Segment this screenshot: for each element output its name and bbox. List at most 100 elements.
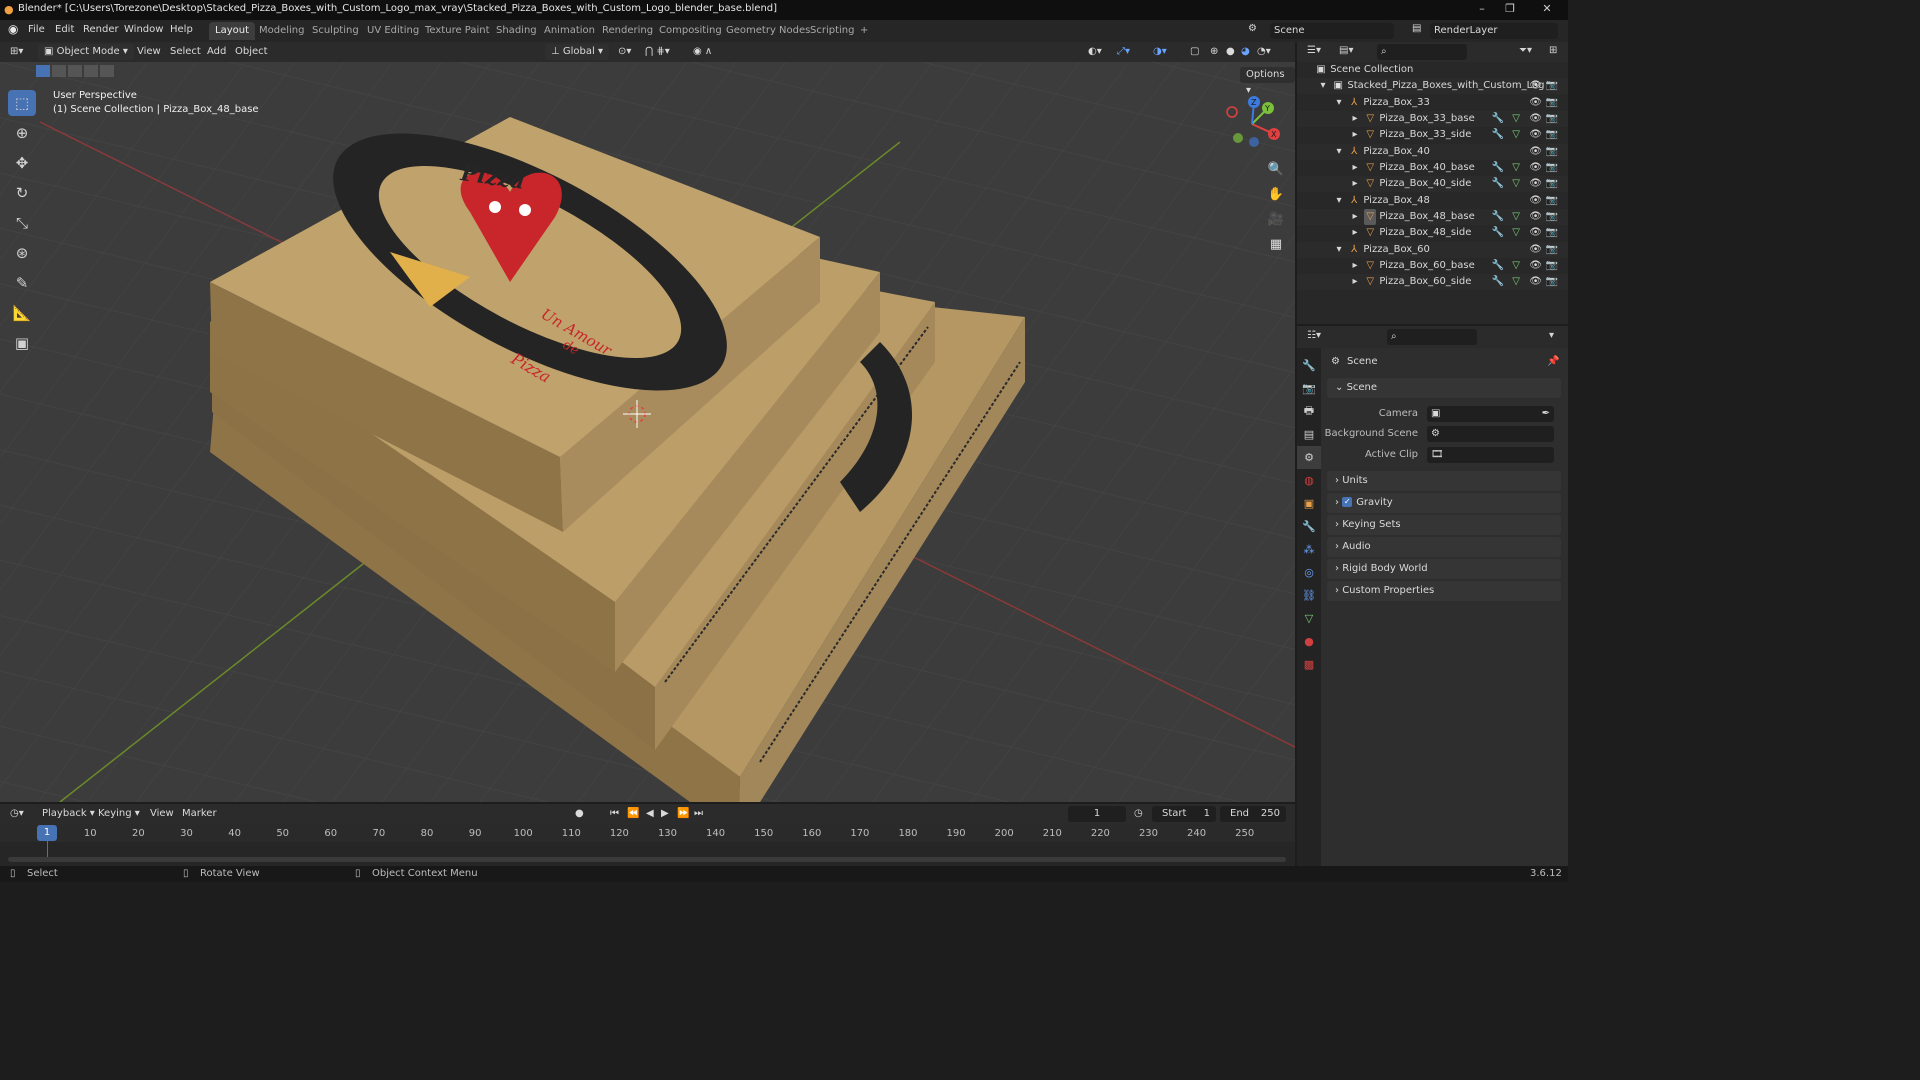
rigid-body-world-panel[interactable]: › Rigid Body World (1327, 559, 1561, 579)
mode-dropdown[interactable]: ▣ Object Mode ▾ (38, 44, 134, 60)
add-workspace-button[interactable]: + (854, 22, 874, 40)
pin-icon[interactable]: 📌 (1547, 356, 1559, 367)
menu-edit[interactable]: Edit (55, 24, 74, 35)
visibility-eye-icon[interactable]: 👁 (1529, 274, 1542, 290)
modifier-wrench-icon[interactable]: 🔧 (1492, 127, 1504, 143)
cursor-tool-icon[interactable]: ⊕ (8, 120, 36, 146)
expand-chevron-icon[interactable]: ▸ (1349, 209, 1361, 225)
visibility-eye-icon[interactable]: 👁 (1529, 176, 1542, 192)
modifiers-tab-icon[interactable]: 🔧 (1297, 515, 1321, 538)
visibility-eye-icon[interactable]: 👁 (1529, 127, 1542, 143)
scene-tab-icon[interactable]: ⚙ (1297, 446, 1321, 469)
pivot-point-icon[interactable]: ⊙▾ (618, 44, 631, 60)
menu-object[interactable]: Object (235, 44, 268, 60)
expand-chevron-icon[interactable]: ▸ (1349, 127, 1361, 143)
outliner-row-object[interactable]: ▸ ▽ Pizza_Box_60_side 🔧 ▽ 👁 📷 (1297, 274, 1568, 290)
data-tab-icon[interactable]: ▽ (1297, 607, 1321, 630)
tab-geometry-nodes[interactable]: Geometry Nodes (720, 22, 816, 40)
modifier-wrench-icon[interactable]: 🔧 (1492, 274, 1504, 290)
world-tab-icon[interactable]: ◍ (1297, 469, 1321, 492)
mesh-data-icon[interactable]: ▽ (1512, 127, 1520, 143)
audio-panel[interactable]: › Audio (1327, 537, 1561, 557)
tab-animation[interactable]: Animation (538, 22, 601, 40)
play-icon[interactable]: ▶ (661, 806, 669, 822)
visibility-eye-icon[interactable]: 👁 (1529, 193, 1542, 209)
3d-viewport[interactable]: Pizza Un Amour de Pizza ⬚ ⊕ ✥ ↻ ⤡ ⊛ ✎ 📐 … (0, 62, 1295, 802)
timeline-editor-type-icon[interactable]: ◷▾ (10, 806, 24, 822)
camera-field[interactable]: ▣ ✒ (1427, 406, 1554, 422)
modifier-wrench-icon[interactable]: 🔧 (1492, 176, 1504, 192)
tab-texture-paint[interactable]: Texture Paint (419, 22, 496, 40)
start-frame-field[interactable]: Start 1 (1152, 806, 1216, 822)
tab-scripting[interactable]: Scripting (804, 22, 860, 40)
gizmo-toggle-icon[interactable]: ⤢▾ (1117, 44, 1130, 60)
render-camera-icon[interactable]: 📷 (1546, 127, 1558, 143)
modifier-wrench-icon[interactable]: 🔧 (1492, 111, 1504, 127)
mesh-data-icon[interactable]: ▽ (1512, 225, 1520, 241)
outliner-row-object[interactable]: ▸ ▽ Pizza_Box_40_base 🔧 ▽ 👁 📷 (1297, 160, 1568, 176)
outliner-row-collection[interactable]: ▾ ▣ Stacked_Pizza_Boxes_with_Custom_Log … (1297, 78, 1568, 94)
tab-uv-editing[interactable]: UV Editing (361, 22, 425, 40)
outliner-row-group[interactable]: ▾ ⅄ Pizza_Box_33 👁 📷 (1297, 95, 1568, 111)
outliner-row-scene-collection[interactable]: ▣ Scene Collection (1297, 62, 1568, 78)
shading-rendered-icon[interactable]: ◔▾ (1257, 44, 1271, 60)
render-camera-icon[interactable]: 📷 (1546, 274, 1558, 290)
expand-chevron-icon[interactable]: ▾ (1333, 144, 1345, 160)
expand-chevron-icon[interactable]: ▾ (1333, 242, 1345, 258)
navigation-gizmo[interactable]: X Y Z (1222, 94, 1286, 150)
add-cube-tool-icon[interactable]: ▣ (8, 330, 36, 356)
timeline-scrollbar[interactable] (8, 857, 1286, 862)
tab-layout[interactable]: Layout (209, 22, 255, 40)
camera-view-icon[interactable]: 🎥 (1265, 208, 1287, 230)
menu-select[interactable]: Select (170, 44, 201, 60)
render-camera-icon[interactable]: 📷 (1546, 242, 1558, 258)
render-camera-icon[interactable]: 📷 (1546, 144, 1558, 160)
outliner-row-object[interactable]: ▸ ▽ Pizza_Box_33_base 🔧 ▽ 👁 📷 (1297, 111, 1568, 127)
custom-properties-panel[interactable]: › Custom Properties (1327, 581, 1561, 601)
zoom-icon[interactable]: 🔍 (1265, 158, 1287, 180)
proportional-edit-icon[interactable]: ◉ ∧ (693, 44, 712, 60)
expand-chevron-icon[interactable]: ▾ (1333, 95, 1345, 111)
end-frame-field[interactable]: End 250 (1220, 806, 1286, 822)
render-camera-icon[interactable]: 📷 (1546, 111, 1558, 127)
render-camera-icon[interactable]: 📷 (1546, 176, 1558, 192)
tab-sculpting[interactable]: Sculpting (306, 22, 365, 40)
tab-rendering[interactable]: Rendering (596, 22, 659, 40)
scene-selector[interactable]: Scene (1270, 23, 1394, 39)
outliner-search-input[interactable]: ⌕ (1377, 44, 1467, 60)
snap-icon[interactable]: ⋂ ⋕▾ (645, 44, 670, 60)
menu-view[interactable]: View (137, 44, 161, 60)
outliner-editor-type-icon[interactable]: ☰▾ (1307, 45, 1321, 56)
menu-window[interactable]: Window (124, 24, 163, 35)
current-frame-field[interactable]: 1 (1068, 806, 1126, 822)
units-panel[interactable]: › Units (1327, 471, 1561, 491)
visibility-eye-icon[interactable]: 👁 (1529, 111, 1542, 127)
expand-chevron-icon[interactable]: ▸ (1349, 258, 1361, 274)
modifier-wrench-icon[interactable]: 🔧 (1492, 209, 1504, 225)
scale-tool-icon[interactable]: ⤡ (8, 210, 36, 236)
tab-modeling[interactable]: Modeling (253, 22, 311, 40)
render-camera-icon[interactable]: 📷 (1546, 258, 1558, 274)
perspective-grid-icon[interactable]: ▦ (1265, 233, 1287, 255)
visibility-eye-icon[interactable]: 👁 (1529, 160, 1542, 176)
view-layer-tab-icon[interactable]: ▤ (1297, 423, 1321, 446)
menu-keying[interactable]: Keying ▾ (98, 806, 140, 822)
render-tab-icon[interactable]: 📷 (1297, 377, 1321, 400)
view-layer-selector[interactable]: RenderLayer (1430, 23, 1558, 39)
select-invert-icon[interactable] (84, 65, 98, 77)
shading-wireframe-icon[interactable]: ⊕ (1210, 44, 1218, 60)
menu-render[interactable]: Render (83, 24, 119, 35)
particles-tab-icon[interactable]: ⁂ (1297, 538, 1321, 561)
visibility-eye-icon[interactable]: 👁 (1529, 258, 1542, 274)
material-tab-icon[interactable]: ● (1297, 630, 1321, 653)
menu-marker[interactable]: Marker (182, 806, 217, 822)
modifier-wrench-icon[interactable]: 🔧 (1492, 258, 1504, 274)
visibility-eye-icon[interactable]: 👁 (1529, 78, 1542, 94)
transform-orientation-dropdown[interactable]: ⊥ Global ▾ (545, 44, 609, 60)
outliner-row-object[interactable]: ▸ ▽ Pizza_Box_48_side 🔧 ▽ 👁 📷 (1297, 225, 1568, 241)
shading-material-icon[interactable]: ◕ (1241, 44, 1250, 60)
mesh-data-icon[interactable]: ▽ (1512, 111, 1520, 127)
preview-range-icon[interactable]: ◷ (1134, 806, 1143, 822)
shading-solid-icon[interactable]: ● (1226, 44, 1235, 60)
expand-chevron-icon[interactable]: ▸ (1349, 274, 1361, 290)
